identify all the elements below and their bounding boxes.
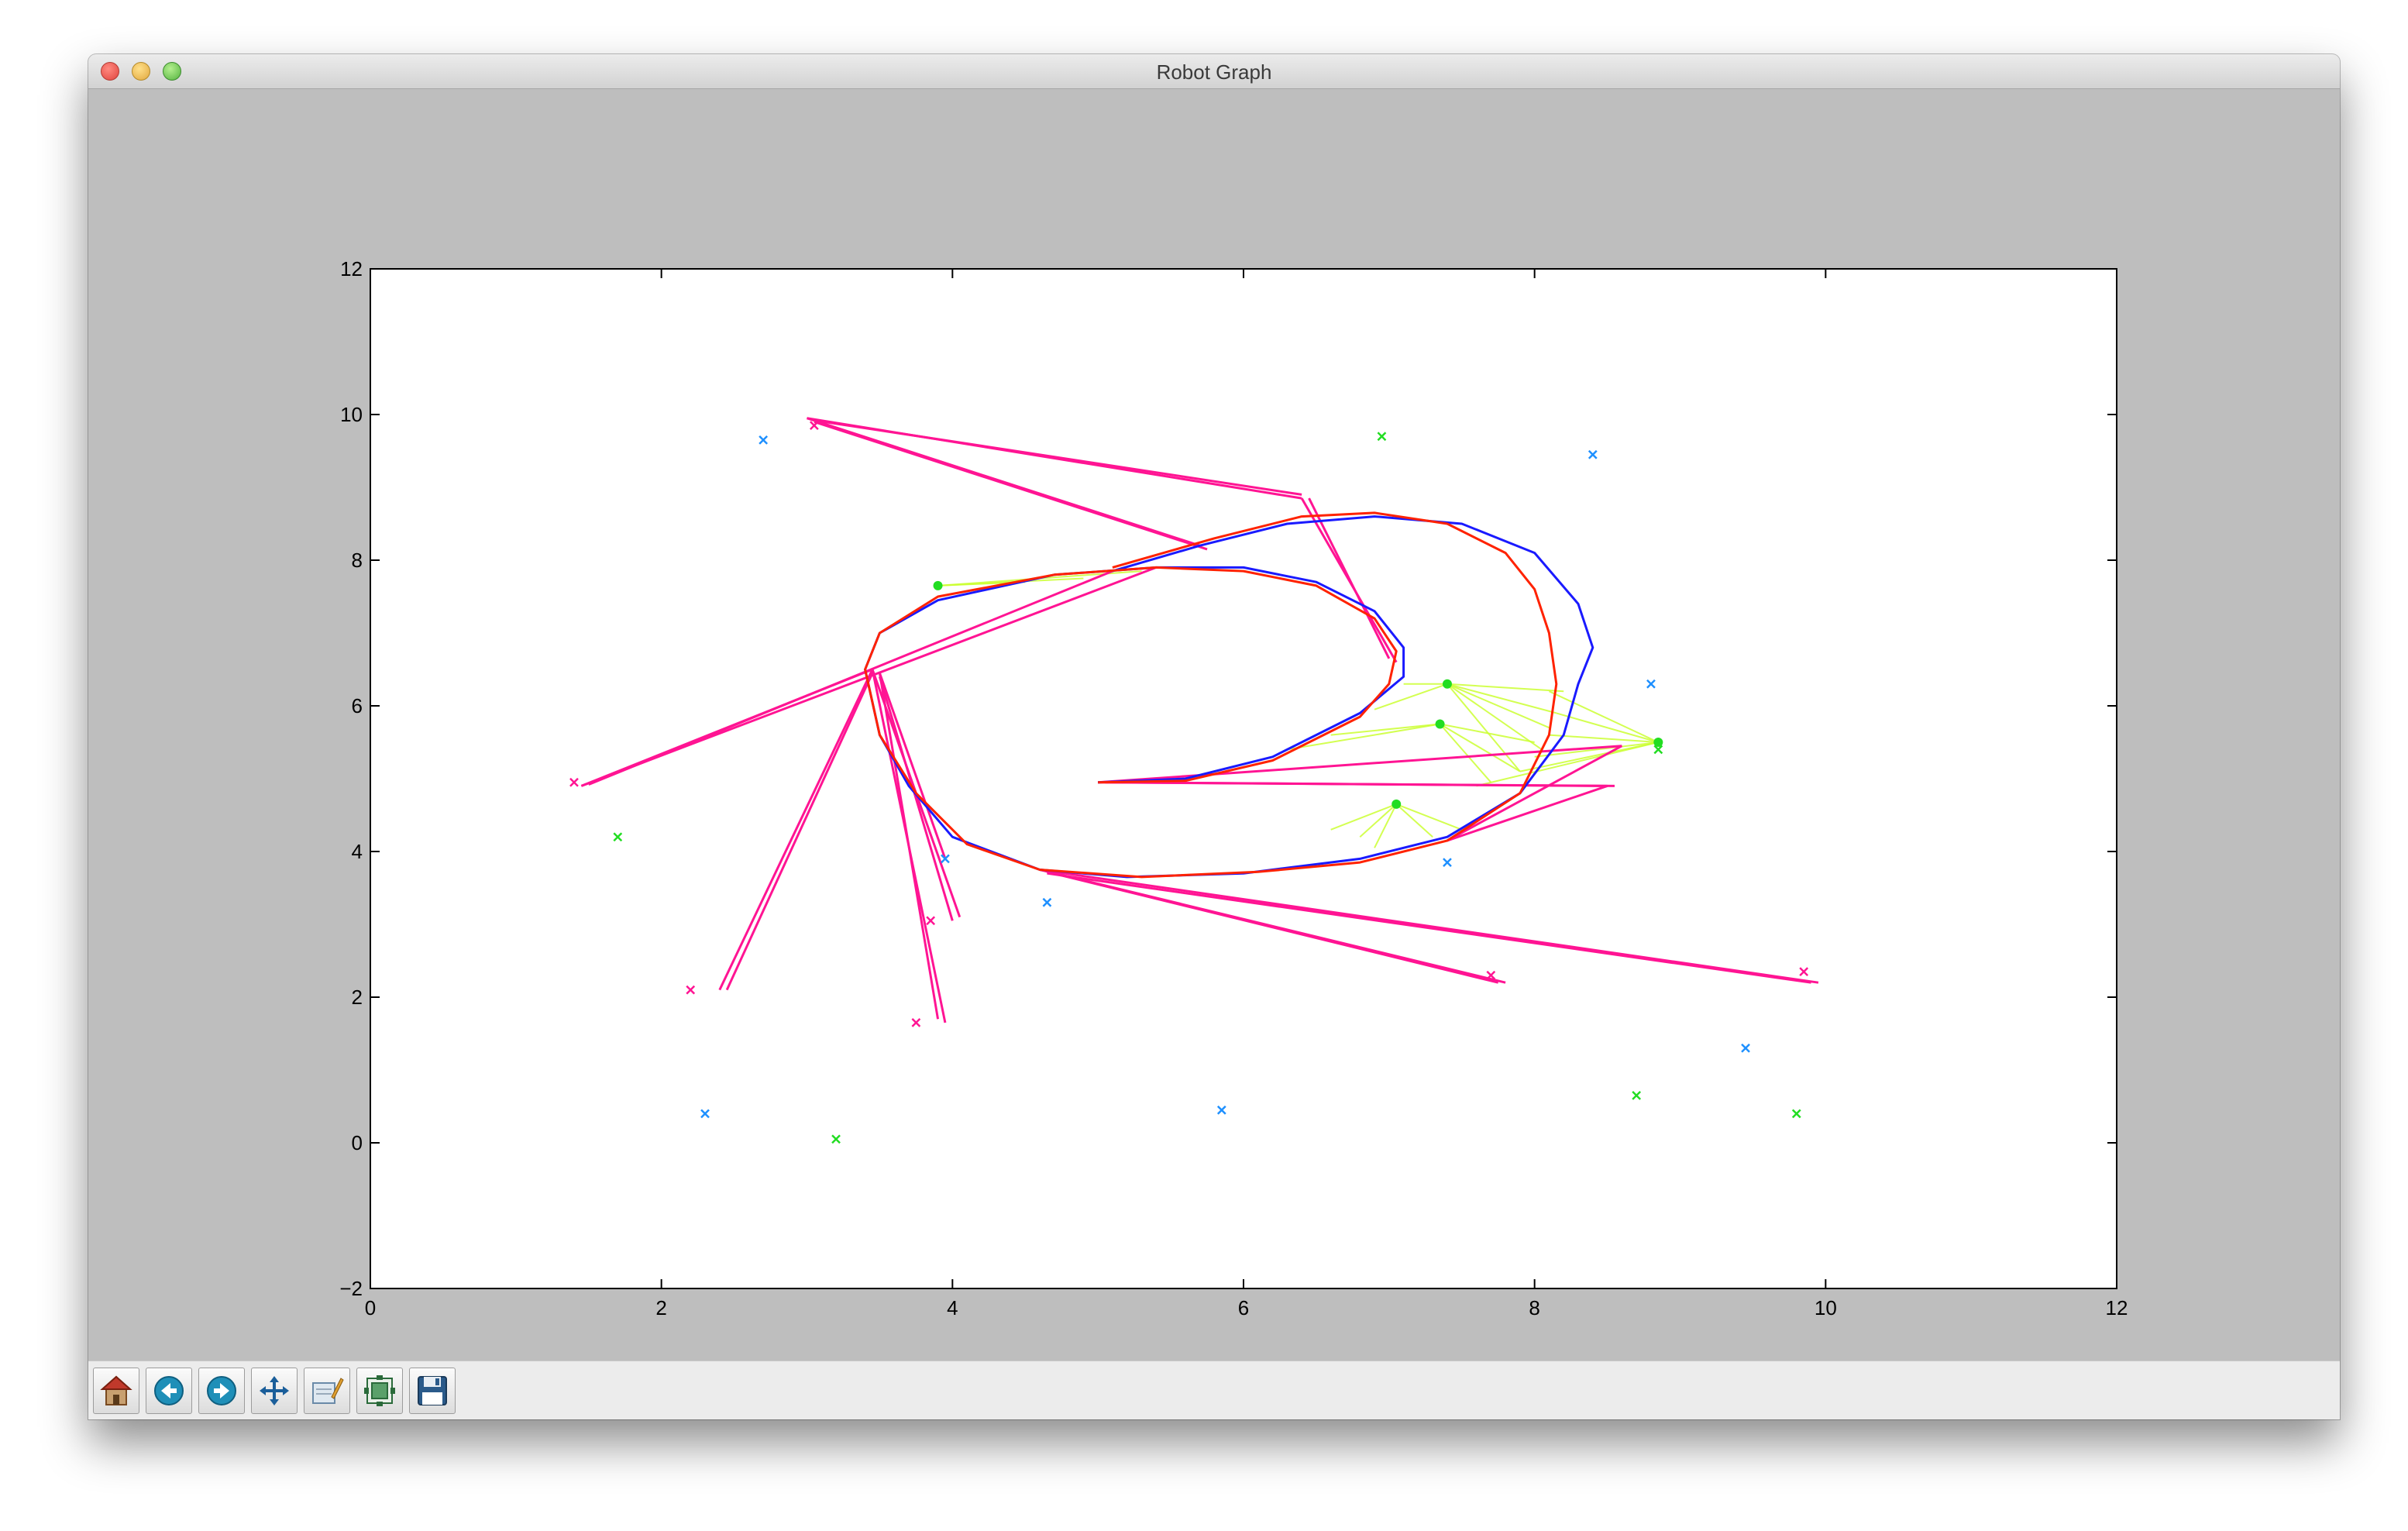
plot-svg: 0 2 4 6 8 10 12−2024681012 (339, 257, 2128, 1319)
configure-subplots-button[interactable] (356, 1368, 403, 1414)
x-tick-label: 6 (1238, 1296, 1249, 1319)
observation-hub (933, 580, 943, 590)
title-bar[interactable]: Robot Graph (88, 54, 2340, 89)
pan-button[interactable] (251, 1368, 298, 1414)
figure-canvas[interactable]: 0 2 4 6 8 10 12 −2 0 2 4 6 8 10 12 (88, 89, 2340, 1405)
plot-area (370, 269, 2117, 1288)
x-tick-label: 2 (655, 1296, 666, 1319)
zoom-rectangle-icon (312, 1378, 344, 1404)
observation-hub (1391, 799, 1402, 809)
window-title: Robot Graph (1156, 60, 1272, 84)
y-tick-label: 10 (340, 403, 363, 426)
x-tick-label: 4 (947, 1296, 958, 1319)
x-tick-label: 8 (1529, 1296, 1539, 1319)
pan-icon (260, 1376, 289, 1405)
observation-hub (1653, 738, 1663, 747)
x-tick-label: 10 (1815, 1296, 1837, 1319)
back-arrow-icon (154, 1376, 184, 1405)
save-icon (418, 1376, 447, 1405)
y-tick-label: 2 (352, 986, 363, 1009)
x-tick-label: 0 (365, 1296, 376, 1319)
save-button[interactable] (409, 1368, 456, 1414)
back-button[interactable] (146, 1368, 192, 1414)
y-tick-label: 0 (352, 1131, 363, 1154)
home-icon (100, 1375, 132, 1405)
observation-hub (1435, 719, 1445, 729)
y-tick-label: −2 (339, 1277, 363, 1300)
y-tick-label: 6 (352, 694, 363, 717)
forward-arrow-icon (207, 1376, 236, 1405)
configure-subplots-icon (364, 1375, 395, 1406)
y-tick-label: 8 (352, 549, 363, 572)
y-tick-label: 12 (340, 257, 363, 280)
observation-hub (1442, 679, 1452, 689)
x-tick-label: 12 (2106, 1296, 2128, 1319)
home-button[interactable] (93, 1368, 139, 1414)
forward-button[interactable] (198, 1368, 245, 1414)
y-tick-label: 4 (352, 840, 363, 863)
robot-graph-window: Robot Graph 0 2 4 6 8 10 12 −2 0 2 4 6 8 10 12 (88, 54, 2340, 1419)
zoom-rectangle-button[interactable] (304, 1368, 350, 1414)
navigation-toolbar (88, 1361, 2340, 1419)
